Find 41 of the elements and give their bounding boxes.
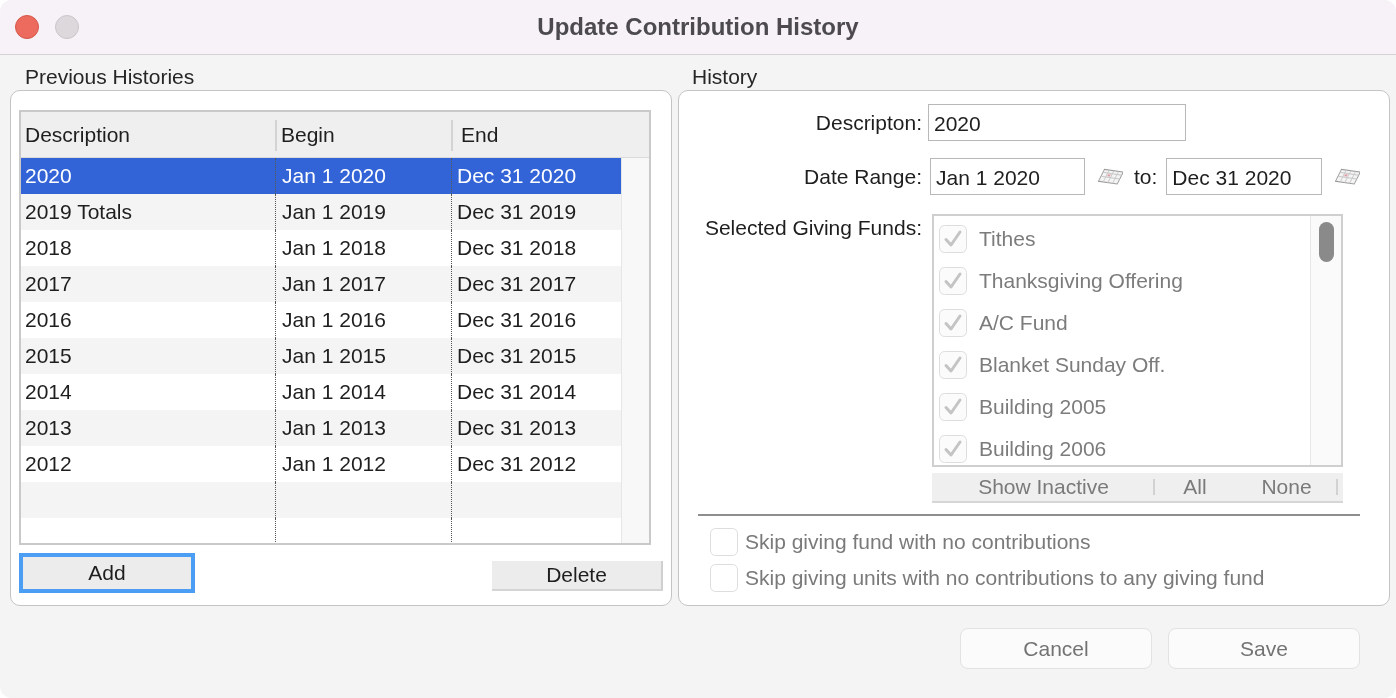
column-header[interactable]: End xyxy=(451,112,649,157)
table-cell-text: 2014 xyxy=(24,379,73,405)
table-row[interactable]: 2015 Jan 1 2015 Dec 31 2015 xyxy=(21,338,621,374)
column-header[interactable]: Description xyxy=(21,112,275,157)
table-cell-text: 2015 xyxy=(24,343,73,369)
close-icon[interactable] xyxy=(15,15,39,39)
table-cell-text: 2018 xyxy=(24,235,73,261)
table-row[interactable]: 2020 Jan 1 2020 Dec 31 2020 xyxy=(21,158,621,194)
field-label: to: xyxy=(1134,164,1158,189)
table-row[interactable]: 2013 Jan 1 2013 Dec 31 2013 xyxy=(21,410,621,446)
group-label: History xyxy=(691,64,759,90)
column-header[interactable]: Begin xyxy=(275,112,451,157)
table-cell-text: 2019 Totals xyxy=(24,199,134,225)
field-label: Selected Giving Funds: xyxy=(703,215,922,240)
add-button[interactable]: Add xyxy=(19,553,195,593)
window-title: Update Contribution History xyxy=(537,13,859,41)
minimize-icon[interactable] xyxy=(55,15,79,39)
table-cell-text: 2016 xyxy=(24,307,73,333)
group-label: Previous Histories xyxy=(24,64,196,90)
field-label: Descripton: xyxy=(814,110,922,135)
table-row[interactable]: 2019 Totals Jan 1 2019 Dec 31 2019 xyxy=(21,194,621,230)
table-cell-text: 2012 xyxy=(24,451,73,477)
fund-label: Building 2005 xyxy=(979,395,1107,419)
option-label: Skip giving fund with no contributions xyxy=(745,530,1091,554)
field-label: Date Range: xyxy=(803,164,922,189)
delete-button[interactable]: Delete xyxy=(492,561,663,591)
table-row[interactable]: 2017 Jan 1 2017 Dec 31 2017 xyxy=(21,266,621,302)
end-date-field[interactable]: Dec 31 2020 xyxy=(1166,158,1323,195)
fund-label: A/C Fund xyxy=(979,311,1068,335)
fund-label: Building 2006 xyxy=(979,437,1107,461)
description-field[interactable]: 2020 xyxy=(928,104,1186,141)
option-label: Skip giving units with no contributions to any giving fund xyxy=(745,566,1265,590)
calendar-icon[interactable] xyxy=(1097,167,1123,186)
fund-label: Tithes xyxy=(979,227,1036,251)
table-cell-text: 2013 xyxy=(24,415,73,441)
table-cell-text: 2020 xyxy=(24,163,73,189)
start-date-field[interactable]: Jan 1 2020 xyxy=(930,158,1085,195)
scrollbar-track[interactable] xyxy=(621,158,649,543)
fund-label: Blanket Sunday Off. xyxy=(979,353,1166,377)
fund-label: Thanksgiving Offering xyxy=(979,269,1183,293)
table-cell-text: 2017 xyxy=(24,271,73,297)
